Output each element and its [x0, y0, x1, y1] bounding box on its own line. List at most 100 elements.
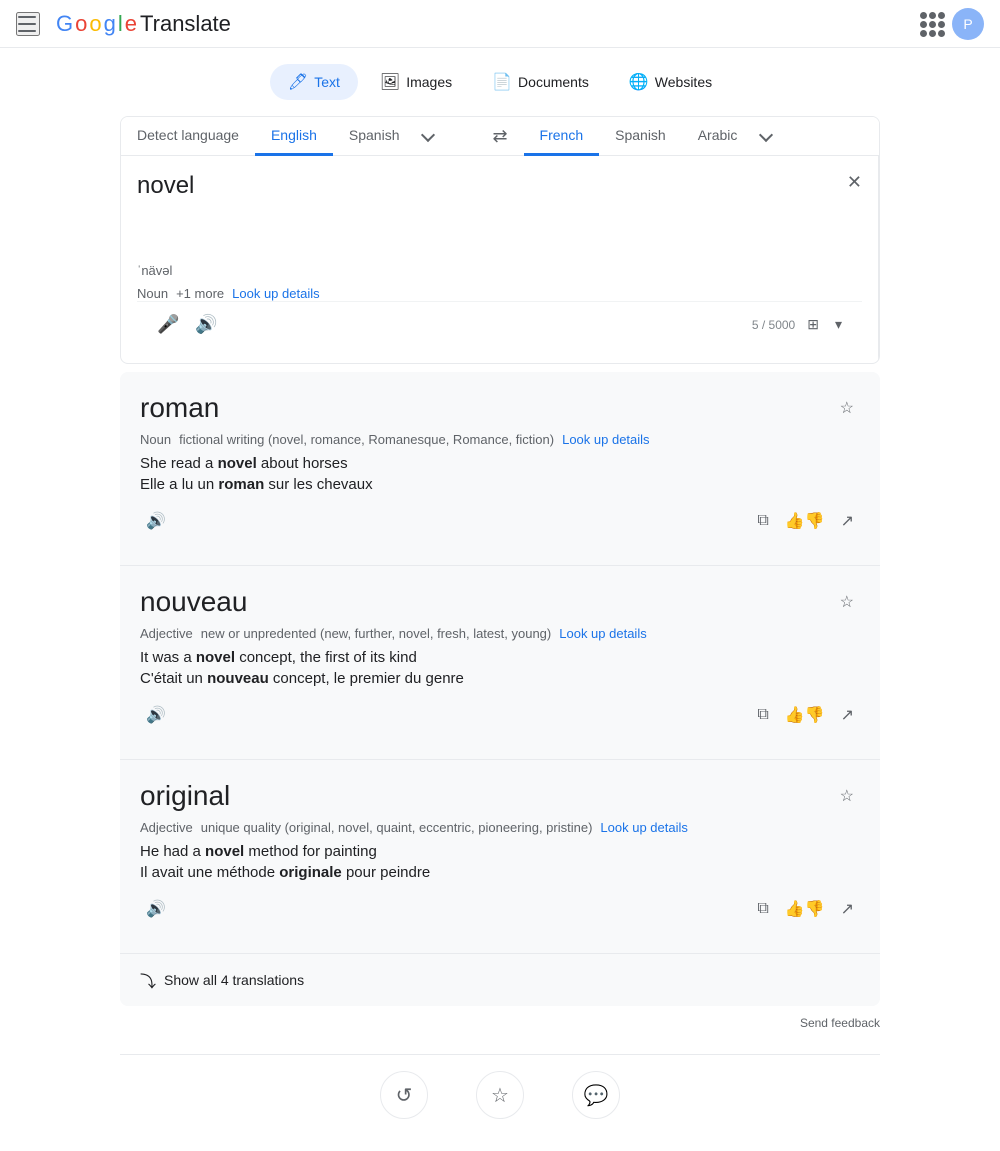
bottom-bar: ↺ ☆ 💬	[120, 1054, 880, 1135]
list-item: roman ☆ Noun fictional writing (novel, r…	[120, 372, 880, 557]
example-en: He had a novel method for painting	[140, 843, 860, 860]
tab-documents[interactable]: 📄 Documents	[474, 64, 607, 100]
target-arabic-button[interactable]: Arabic	[682, 117, 754, 156]
tab-images[interactable]: 🖼 Images	[362, 64, 470, 100]
result-footer: 🔊 ⧉ 👍👎 ↗	[140, 893, 860, 925]
bold-word-fr: nouveau	[207, 670, 269, 687]
target-spanish-button[interactable]: Spanish	[599, 117, 682, 156]
copy-button[interactable]: ⧉	[751, 506, 774, 536]
tab-websites-label: Websites	[655, 74, 712, 90]
save-button[interactable]: ☆	[834, 780, 860, 812]
source-tags: Noun +1 more Look up details	[137, 286, 862, 301]
tab-images-label: Images	[406, 74, 452, 90]
clear-button[interactable]: ✕	[843, 168, 866, 197]
pos-label: Adjective	[140, 820, 193, 835]
source-spanish-button[interactable]: Spanish	[333, 117, 416, 156]
lookup-link[interactable]: Look up details	[600, 820, 687, 835]
save-button[interactable]: ☆	[834, 392, 860, 424]
bold-word-fr: roman	[218, 476, 264, 493]
tab-documents-label: Documents	[518, 74, 589, 90]
copy-button[interactable]: ⧉	[751, 700, 774, 730]
bold-word: novel	[218, 455, 257, 472]
websites-icon: 🌐	[629, 72, 649, 92]
example-en: It was a novel concept, the first of its…	[140, 649, 860, 666]
format-button[interactable]: ⊞	[803, 312, 823, 337]
translation-word: nouveau	[140, 586, 247, 618]
community-button[interactable]: 💬	[572, 1071, 620, 1119]
list-item: nouveau ☆ Adjective new or unpredented (…	[120, 566, 880, 751]
source-more-button[interactable]	[415, 122, 441, 151]
chevron-down-icon	[421, 127, 435, 141]
saved-icon: ☆	[476, 1071, 524, 1119]
documents-icon: 📄	[492, 72, 512, 92]
share-button[interactable]: ↗	[835, 505, 860, 537]
audio-button[interactable]: 🔊	[140, 505, 172, 537]
text-icon: 🖊	[288, 72, 308, 92]
source-input[interactable]: novel	[137, 172, 862, 256]
char-count: 5 / 5000 ⊞ ▾	[752, 312, 846, 337]
history-button[interactable]: ↺	[380, 1071, 428, 1119]
result-actions: ⧉ 👍👎 ↗	[751, 699, 860, 731]
translation-word: original	[140, 780, 230, 812]
main-content: 🖊 Text 🖼 Images 📄 Documents 🌐 Websites D…	[104, 48, 896, 1151]
synonyms: unique quality (original, novel, quaint,…	[201, 820, 593, 835]
lookup-link[interactable]: Look up details	[559, 626, 646, 641]
phonetic-text: ˈnävəl	[137, 263, 862, 278]
mode-tabs: 🖊 Text 🖼 Images 📄 Documents 🌐 Websites	[120, 64, 880, 100]
result-actions: ⧉ 👍👎 ↗	[751, 505, 860, 537]
mic-button[interactable]: 🎤	[153, 310, 183, 339]
more-options-button[interactable]: ▾	[831, 312, 846, 337]
lookup-details-link[interactable]: Look up details	[232, 286, 319, 301]
synonyms: new or unpredented (new, further, novel,…	[201, 626, 552, 641]
share-button[interactable]: ↗	[835, 893, 860, 925]
show-all-button[interactable]: ⤵ Show all 4 translations	[120, 953, 880, 1006]
saved-button[interactable]: ☆	[476, 1071, 524, 1119]
feedback-thumb-button[interactable]: 👍👎	[779, 893, 831, 925]
synonyms: fictional writing (novel, romance, Roman…	[179, 432, 554, 447]
menu-button[interactable]	[16, 12, 40, 36]
example-fr: Il avait une méthode originale pour pein…	[140, 864, 860, 881]
example-en: She read a novel about horses	[140, 455, 860, 472]
target-lang-selector: French Spanish Arabic	[524, 117, 879, 155]
results-area: roman ☆ Noun fictional writing (novel, r…	[120, 372, 880, 1006]
lookup-link[interactable]: Look up details	[562, 432, 649, 447]
pos-tag: Noun	[137, 286, 168, 301]
list-item: original ☆ Adjective unique quality (ori…	[120, 760, 880, 945]
app-name: Translate	[140, 11, 231, 37]
source-english-button[interactable]: English	[255, 117, 333, 156]
result-actions: ⧉ 👍👎 ↗	[751, 893, 860, 925]
speaker-button[interactable]: 🔊	[191, 310, 221, 339]
apps-button[interactable]	[920, 12, 944, 36]
result-footer: 🔊 ⧉ 👍👎 ↗	[140, 699, 860, 731]
pos-row: Adjective new or unpredented (new, furth…	[140, 626, 860, 641]
pos-label: Noun	[140, 432, 171, 447]
source-panel: ✕ novel ˈnävəl Noun +1 more Look up deta…	[121, 156, 879, 363]
tab-websites[interactable]: 🌐 Websites	[611, 64, 730, 100]
community-icon: 💬	[572, 1071, 620, 1119]
example-fr: C'était un nouveau concept, le premier d…	[140, 670, 860, 687]
bold-word-fr: originale	[279, 864, 342, 881]
target-french-button[interactable]: French	[524, 117, 600, 156]
translate-box: Detect language English Spanish ⇄ French…	[120, 116, 880, 364]
target-more-button[interactable]	[753, 122, 779, 151]
feedback-thumb-button[interactable]: 👍👎	[779, 505, 831, 537]
tab-text[interactable]: 🖊 Text	[270, 64, 358, 100]
save-button[interactable]: ☆	[834, 586, 860, 618]
audio-button[interactable]: 🔊	[140, 699, 172, 731]
avatar[interactable]: P	[952, 8, 984, 40]
swap-languages-button[interactable]: ⇄	[476, 118, 523, 155]
source-footer: 🎤 🔊 5 / 5000 ⊞ ▾	[137, 301, 862, 347]
feedback-row: Send feedback	[120, 1006, 880, 1038]
audio-button[interactable]: 🔊	[140, 893, 172, 925]
feedback-link[interactable]: Send feedback	[800, 1016, 880, 1030]
bold-word: novel	[196, 649, 235, 666]
history-icon: ↺	[380, 1071, 428, 1119]
feedback-thumb-button[interactable]: 👍👎	[779, 699, 831, 731]
source-lang-selector: Detect language English Spanish	[121, 117, 476, 155]
copy-button[interactable]: ⧉	[751, 894, 774, 924]
share-button[interactable]: ↗	[835, 699, 860, 731]
expand-icon: ⤵	[140, 968, 156, 992]
detect-language-button[interactable]: Detect language	[121, 117, 255, 156]
images-icon: 🖼	[380, 72, 400, 92]
app-header: Google Translate P	[0, 0, 1000, 48]
